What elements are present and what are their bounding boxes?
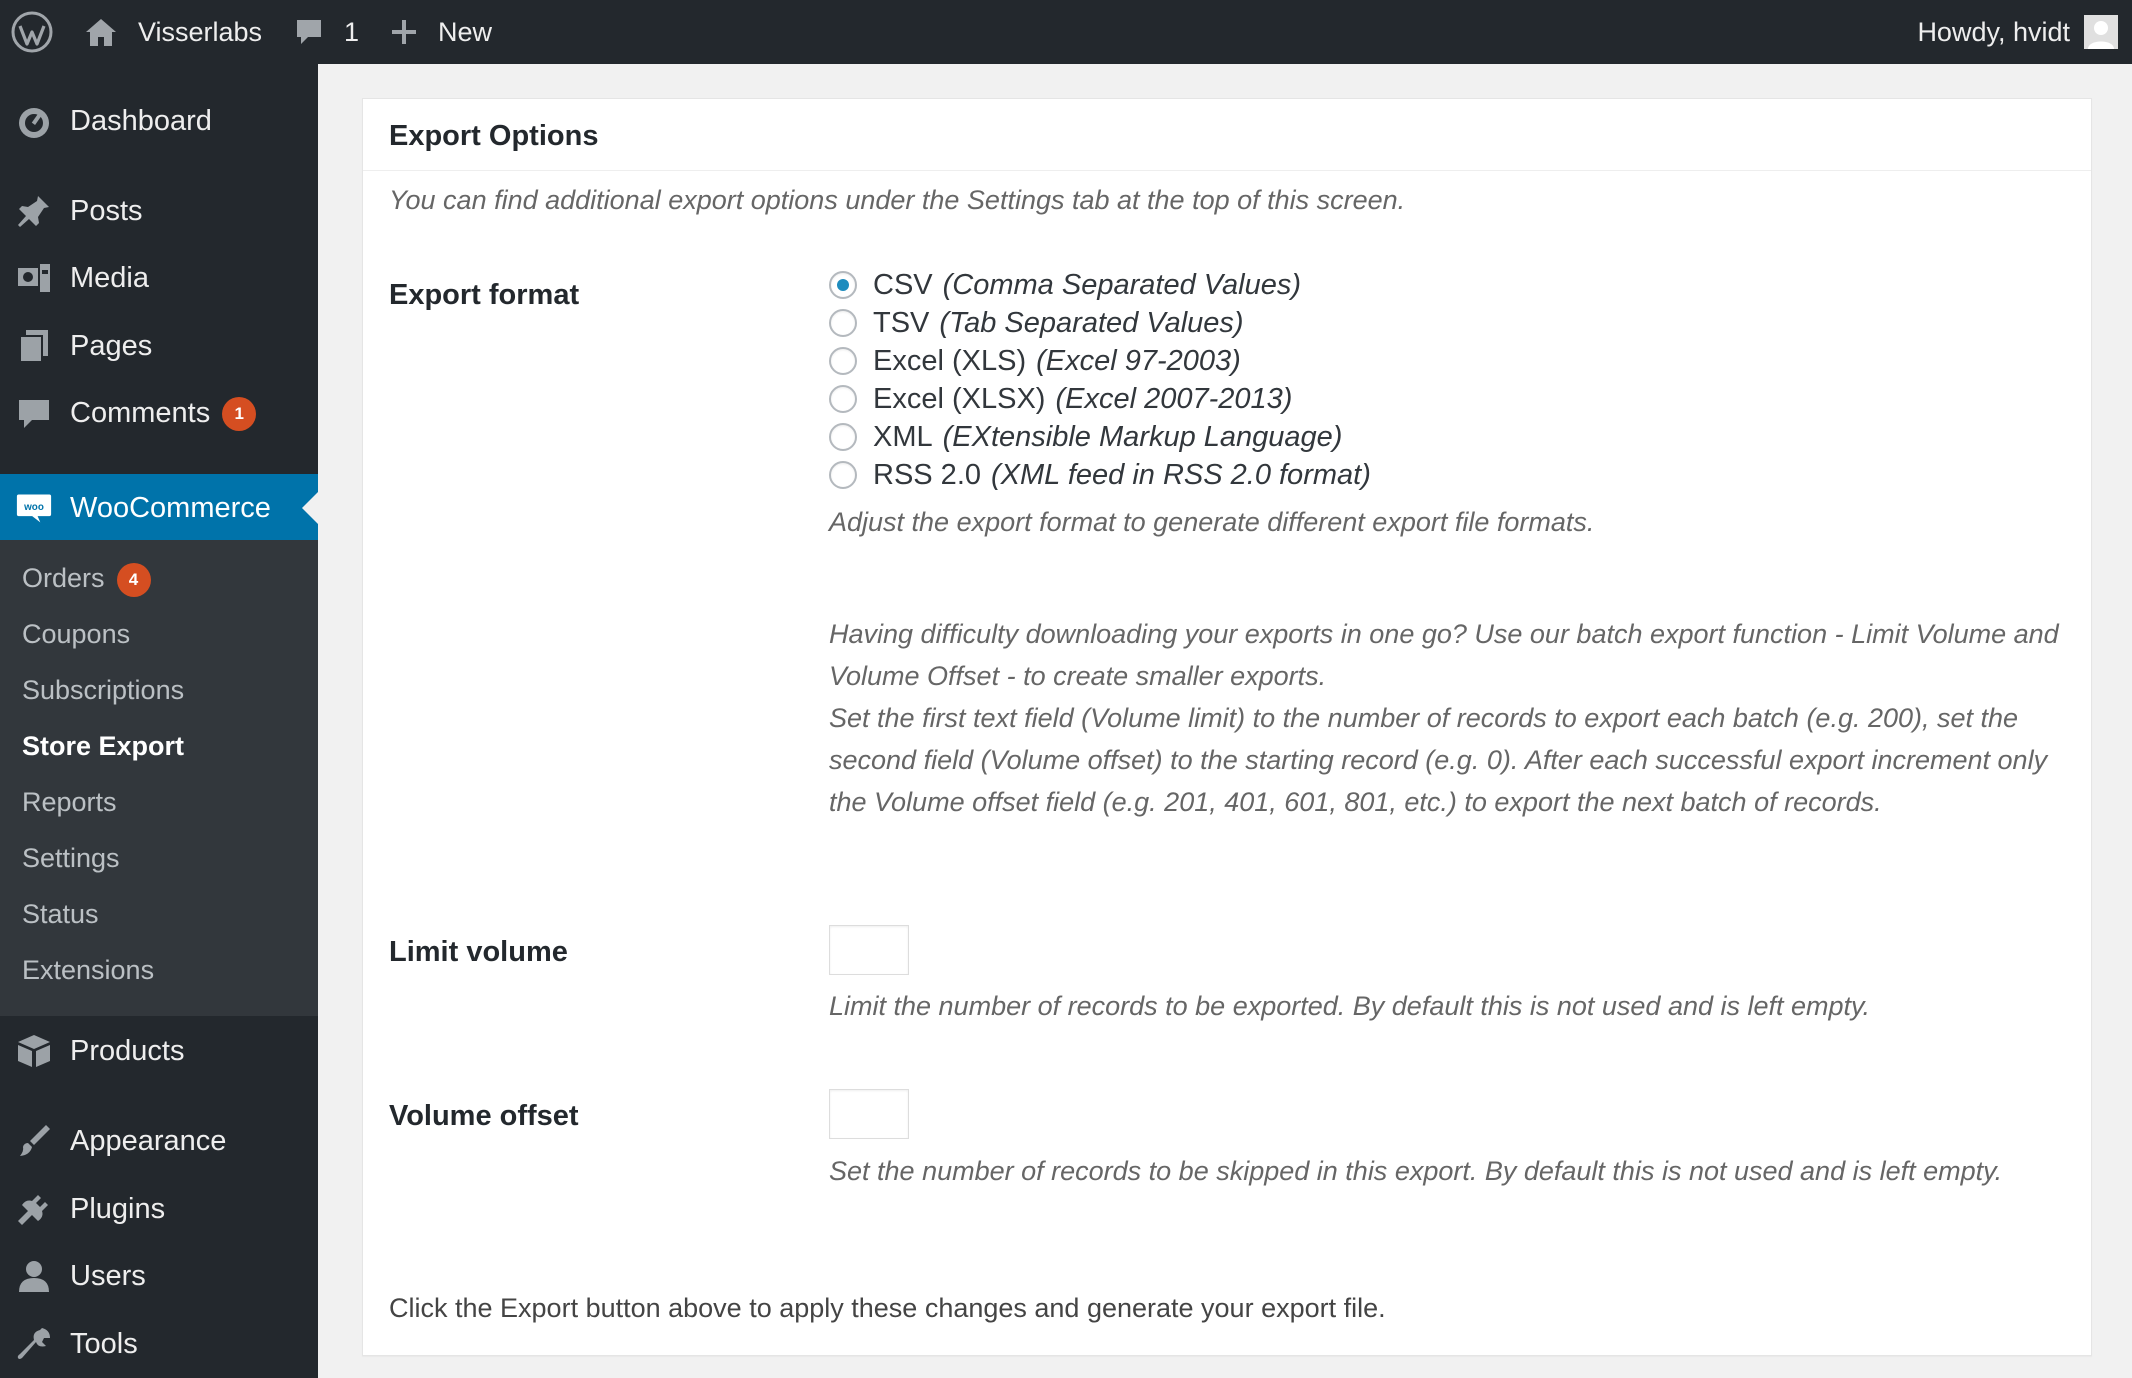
submenu-coupons[interactable]: Coupons: [22, 614, 130, 654]
export-format-help: Adjust the export format to generate dif…: [829, 507, 1595, 537]
orders-badge: 4: [116, 562, 151, 597]
howdy-text: Howdy, hvidt: [1917, 16, 2070, 47]
radio-xlsx-note: (Excel 2007-2013): [1055, 382, 1293, 415]
export-format-label: Export format: [389, 279, 580, 311]
batch-help-1: Having difficulty downloading your expor…: [829, 619, 2059, 691]
woocommerce-submenu: Orders 4 Coupons Subscriptions Store Expo…: [0, 540, 318, 1016]
radio-xlsx-input[interactable]: [829, 385, 857, 413]
radio-xml-name: XML: [873, 420, 933, 453]
menu-plugins[interactable]: Plugins: [0, 1179, 318, 1239]
radio-tsv-note: (Tab Separated Values): [939, 306, 1244, 339]
radio-xml[interactable]: XML (EXtensible Markup Language): [829, 418, 1342, 456]
submenu-store-export[interactable]: Store Export: [22, 726, 184, 766]
limit-volume-label: Limit volume: [389, 936, 568, 968]
comments-count: 1: [344, 16, 360, 47]
submenu-subscriptions[interactable]: Subscriptions: [22, 670, 184, 710]
radio-tsv-input[interactable]: [829, 309, 857, 337]
radio-rss-input[interactable]: [829, 461, 857, 489]
pin-icon: [16, 193, 52, 229]
pages-icon: [16, 328, 52, 364]
radio-xls[interactable]: Excel (XLS) (Excel 97-2003): [829, 342, 1241, 380]
limit-volume-help: Limit the number of records to be export…: [829, 991, 1871, 1021]
radio-xls-input[interactable]: [829, 347, 857, 375]
site-name: Visserlabs: [138, 16, 263, 47]
brush-icon: [16, 1123, 52, 1159]
comment-icon: [294, 17, 324, 47]
submenu-reports[interactable]: Reports: [22, 782, 117, 822]
submenu-status[interactable]: Status: [22, 894, 99, 934]
panel-title: Export Options: [363, 99, 2091, 171]
menu-posts[interactable]: Posts: [0, 181, 318, 241]
admin-sidebar: Dashboard Posts Media Pages Comments 1 wo…: [0, 64, 318, 1378]
site-name-link[interactable]: Visserlabs: [84, 0, 262, 64]
menu-comments[interactable]: Comments 1: [0, 384, 318, 444]
admin-bar: Visserlabs 1 New Howdy, hvidt: [0, 0, 2132, 64]
user-icon: [16, 1258, 52, 1294]
submenu-orders[interactable]: Orders 4: [22, 558, 151, 598]
menu-pages[interactable]: Pages: [0, 316, 318, 376]
menu-dashboard[interactable]: Dashboard: [0, 91, 318, 151]
radio-xlsx-name: Excel (XLSX): [873, 382, 1046, 415]
radio-csv[interactable]: CSV (Comma Separated Values): [829, 266, 1301, 304]
new-content-link[interactable]: New: [390, 0, 492, 64]
menu-appearance[interactable]: Appearance: [0, 1111, 318, 1171]
comments-badge: 1: [222, 397, 257, 432]
radio-tsv-name: TSV: [873, 306, 930, 339]
submenu-settings[interactable]: Settings: [22, 838, 120, 878]
wrench-icon: [16, 1326, 52, 1362]
menu-media[interactable]: Media: [0, 248, 318, 308]
intro-text: You can find additional export options u…: [389, 185, 1406, 215]
volume-offset-help: Set the number of records to be skipped …: [829, 1156, 2003, 1186]
comments-link[interactable]: 1: [294, 0, 359, 64]
volume-offset-input[interactable]: [829, 1089, 909, 1139]
radio-xlsx[interactable]: Excel (XLSX) (Excel 2007-2013): [829, 380, 1292, 418]
radio-csv-input[interactable]: [829, 271, 857, 299]
menu-comments-label: Comments: [70, 396, 211, 429]
comment-icon: [16, 396, 52, 432]
menu-products[interactable]: Products: [0, 1021, 318, 1081]
current-menu-arrow: [302, 492, 318, 524]
submenu-extensions[interactable]: Extensions: [22, 950, 154, 990]
radio-xls-note: (Excel 97-2003): [1036, 344, 1241, 377]
batch-help-2: Set the first text field (Volume limit) …: [829, 703, 2048, 817]
new-label: New: [438, 16, 493, 47]
batch-help-text: Having difficulty downloading your expor…: [829, 613, 2059, 823]
radio-tsv[interactable]: TSV (Tab Separated Values): [829, 304, 1244, 342]
wordpress-logo-icon[interactable]: [10, 0, 54, 64]
media-icon: [16, 260, 52, 296]
radio-csv-name: CSV: [873, 268, 933, 301]
radio-rss-note: (XML feed in RSS 2.0 format): [991, 458, 1371, 491]
svg-text:woo: woo: [23, 502, 44, 513]
radio-xml-note: (EXtensible Markup Language): [942, 420, 1343, 453]
woo-icon: woo: [16, 490, 52, 526]
user-silhouette-icon: [2084, 15, 2118, 49]
export-options-panel: Export Options You can find additional e…: [362, 98, 2092, 1356]
plug-icon: [16, 1191, 52, 1227]
avatar: [2084, 15, 2118, 49]
menu-tools[interactable]: Tools: [0, 1314, 318, 1374]
menu-woocommerce[interactable]: woo WooCommerce: [0, 474, 318, 542]
radio-rss[interactable]: RSS 2.0 (XML feed in RSS 2.0 format): [829, 456, 1371, 494]
volume-offset-label: Volume offset: [389, 1100, 579, 1132]
radio-xls-name: Excel (XLS): [873, 344, 1027, 377]
radio-csv-note: (Comma Separated Values): [942, 268, 1302, 301]
box-icon: [16, 1033, 52, 1069]
plus-icon: [390, 18, 418, 46]
footer-note: Click the Export button above to apply t…: [389, 1293, 1386, 1323]
radio-xml-input[interactable]: [829, 423, 857, 451]
radio-rss-name: RSS 2.0: [873, 458, 981, 491]
home-icon: [84, 16, 118, 48]
my-account-link[interactable]: Howdy, hvidt: [1917, 0, 2132, 64]
limit-volume-input[interactable]: [829, 925, 909, 975]
dashboard-icon: [16, 103, 52, 139]
menu-users[interactable]: Users: [0, 1246, 318, 1306]
